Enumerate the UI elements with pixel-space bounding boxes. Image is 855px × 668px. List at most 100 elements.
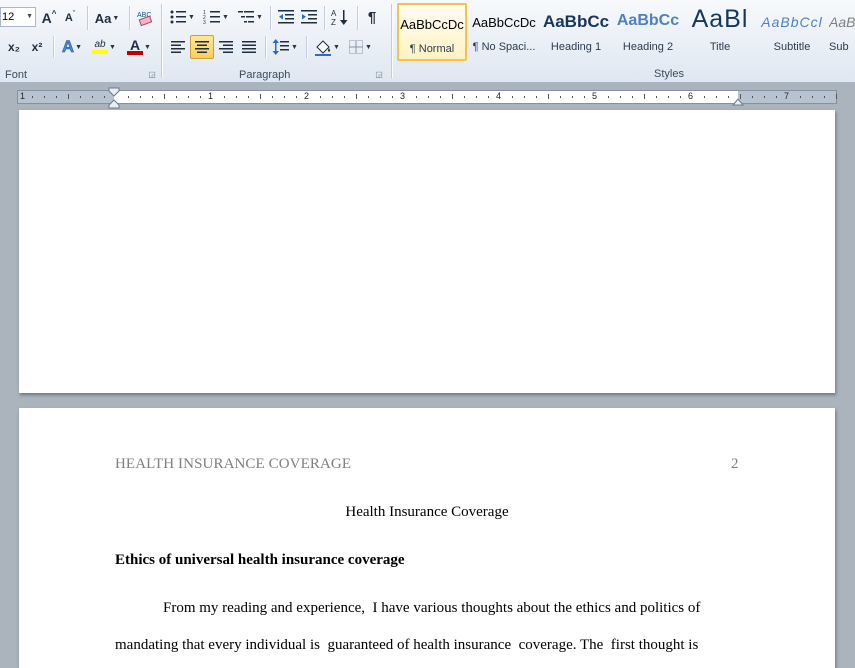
horizontal-ruler[interactable]: 1 1 2 3 4 5 6 7: [0, 87, 855, 109]
font-group: 12 ▼ A ^ Aˇ Aa ▼ ABC x₂ x² A ▼ ab ▼ A ▼ …: [0, 0, 160, 83]
style-name: Subtitle: [773, 41, 811, 53]
font-group-label: Font: [5, 69, 28, 81]
ruler-dot: [320, 96, 321, 98]
paragraph-group-label: Paragraph: [239, 69, 291, 81]
paragraph-group: ▼ 1 2 3 ▼ ▼ A Z ¶ ▼ ▼ ▼ Paragraph ◲: [163, 0, 391, 83]
style-name: Sub: [829, 41, 849, 53]
borders-button[interactable]: ▼: [345, 36, 375, 58]
group-separator: [391, 4, 393, 78]
ruler-half-tick: [68, 94, 69, 99]
increase-indent-button[interactable]: [299, 6, 319, 28]
bullets-button[interactable]: ▼: [168, 6, 196, 28]
align-left-button[interactable]: [167, 36, 189, 58]
clear-formatting-button[interactable]: ABC: [134, 6, 156, 28]
first-line-indent-marker-icon[interactable]: [108, 87, 120, 109]
ruler-half-tick: [548, 94, 549, 99]
styles-group-label: Styles: [654, 68, 684, 80]
borders-icon: [349, 40, 364, 54]
subscript-button[interactable]: x₂: [4, 36, 24, 58]
ruler-dot: [368, 96, 369, 98]
ruler-dot: [152, 96, 153, 98]
style-name: Heading 1: [550, 41, 602, 53]
font-color-button[interactable]: A ▼: [124, 36, 154, 58]
multilevel-list-button[interactable]: ▼: [235, 6, 265, 28]
ruler-dot: [236, 96, 237, 98]
ruler-dot: [716, 96, 717, 98]
clear-formatting-icon: ABC: [137, 12, 153, 26]
caret-down-icon: ˇ: [72, 11, 76, 18]
document-title: Health Insurance Coverage: [345, 504, 509, 520]
text-effects-button[interactable]: A ▼: [59, 36, 85, 58]
ruler-dot: [728, 96, 729, 98]
style-subtle[interactable]: AaBl Sub: [829, 3, 855, 61]
ruler-dot: [128, 96, 129, 98]
style-heading-1[interactable]: AaBbCc Heading 1: [541, 3, 611, 61]
ruler-dot: [488, 96, 489, 98]
justify-button[interactable]: [238, 36, 260, 58]
ruler-dot: [32, 96, 33, 98]
align-right-icon: [219, 41, 233, 53]
change-case-button[interactable]: Aa ▼: [93, 7, 121, 29]
font-size-box[interactable]: 12 ▼: [0, 7, 36, 27]
ruler-number: 5: [592, 91, 598, 101]
separator: [306, 36, 308, 58]
ruler-dot: [776, 96, 777, 98]
ruler-dot: [560, 96, 561, 98]
style-name: ¶ No Spaci...: [472, 41, 536, 53]
separator: [53, 36, 55, 58]
chevron-down-icon: ▼: [333, 43, 340, 51]
ruler-half-tick: [836, 94, 837, 99]
ruler-dot: [704, 96, 705, 98]
style-sample: AaBbCc: [542, 12, 610, 31]
font-color-swatch: [127, 51, 144, 55]
shading-button[interactable]: ▼: [312, 36, 342, 58]
increase-indent-icon: [301, 10, 317, 24]
bullet-list-icon: [170, 10, 187, 24]
chevron-down-icon: ▼: [75, 43, 83, 51]
ruler-dot: [572, 96, 573, 98]
highlight-button[interactable]: ab ▼: [89, 36, 119, 58]
line-spacing-icon: [272, 39, 290, 55]
document-page-2[interactable]: HEALTH INSURANCE COVERAGE 2 Health Insur…: [19, 408, 835, 668]
separator: [129, 6, 131, 30]
ruler-dot: [476, 96, 477, 98]
ruler-number: 1: [20, 91, 26, 101]
grow-font-button[interactable]: A ^: [40, 7, 58, 29]
chevron-down-icon: ▼: [291, 43, 298, 51]
decrease-indent-button[interactable]: [276, 6, 296, 28]
ruler-half-tick: [452, 94, 453, 99]
show-hide-marks-button[interactable]: ¶: [362, 6, 382, 28]
style-name: Title: [709, 41, 731, 53]
numbering-button[interactable]: 1 2 3 ▼: [201, 6, 231, 28]
chevron-down-icon: ▼: [188, 13, 195, 21]
ruler-dot: [200, 96, 201, 98]
chevron-down-icon: ▼: [109, 43, 116, 51]
line-spacing-button[interactable]: ▼: [270, 36, 300, 58]
svg-text:Z: Z: [331, 18, 336, 26]
svg-text:A: A: [331, 9, 337, 18]
superscript-button[interactable]: x²: [27, 36, 47, 58]
style-title[interactable]: AaBl Title: [685, 3, 755, 61]
multilevel-list-icon: [238, 11, 255, 23]
document-page-1[interactable]: [19, 110, 835, 393]
dialog-launcher-icon[interactable]: ◲: [375, 71, 383, 79]
style-normal[interactable]: AaBbCcDc ¶ Normal: [397, 3, 467, 61]
justify-icon: [242, 41, 256, 53]
right-indent-marker-icon[interactable]: [732, 95, 744, 107]
align-center-button[interactable]: [190, 35, 214, 59]
style-subtitle[interactable]: AaBbCcl Subtitle: [757, 3, 827, 61]
shrink-font-button[interactable]: Aˇ: [62, 7, 78, 29]
align-right-button[interactable]: [215, 36, 237, 58]
ruler-dot: [176, 96, 177, 98]
ruler-dot: [620, 96, 621, 98]
dialog-launcher-icon[interactable]: ◲: [148, 71, 156, 79]
paint-bucket-icon: [315, 39, 332, 56]
style-no-spacing[interactable]: AaBbCcDc ¶ No Spaci...: [469, 3, 539, 61]
sort-button[interactable]: A Z: [329, 6, 351, 28]
style-heading-2[interactable]: AaBbCc Heading 2: [613, 3, 683, 61]
font-size-value: 12: [2, 11, 15, 23]
ruler-dot: [512, 96, 513, 98]
ruler-dot: [632, 96, 633, 98]
ruler-dot: [536, 96, 537, 98]
separator: [265, 36, 267, 58]
